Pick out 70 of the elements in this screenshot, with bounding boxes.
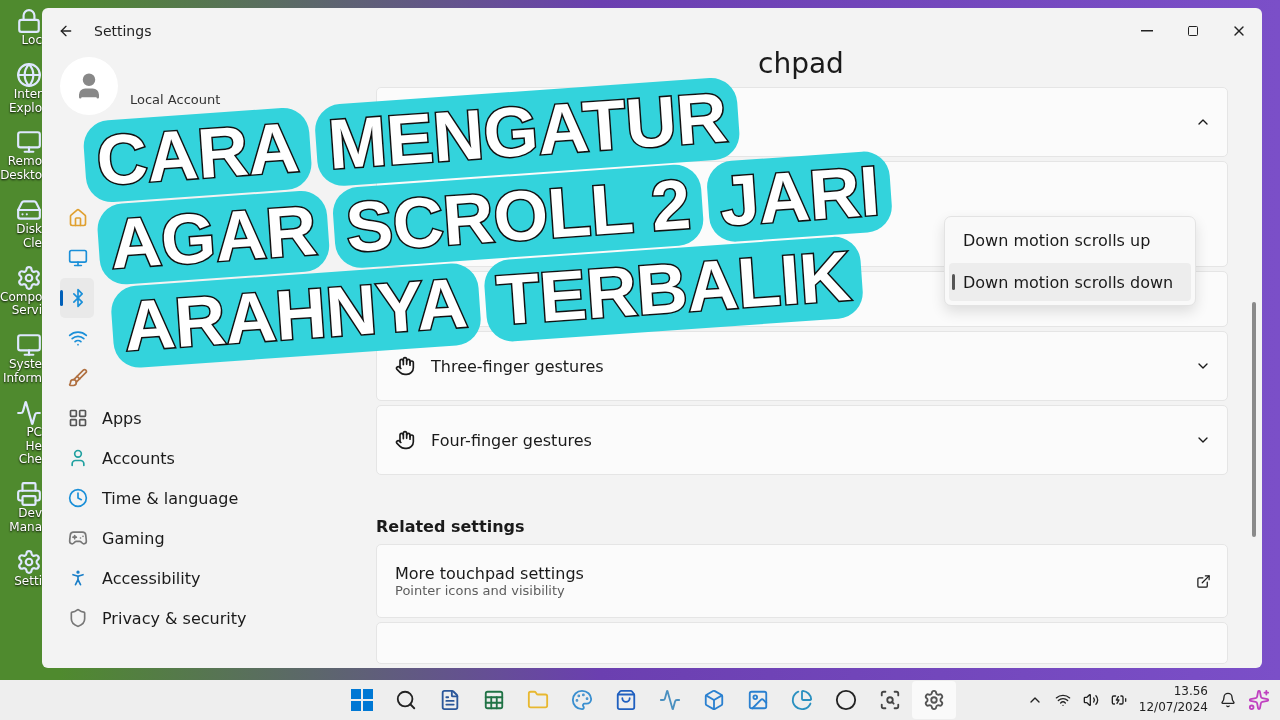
desktop-icon-label: Remo Deskto <box>0 155 42 183</box>
document-icon <box>439 689 461 711</box>
menu-option[interactable]: Down motion scrolls down <box>949 263 1191 301</box>
section-heading: Related settings <box>376 517 526 536</box>
desktop-icon-label: Loc <box>20 34 42 48</box>
desktop-icon-label: Inter Explo <box>8 87 42 116</box>
monitor-icon <box>68 248 88 268</box>
brush-icon <box>68 368 88 388</box>
windows-icon <box>351 689 373 711</box>
back-icon[interactable] <box>58 23 74 39</box>
person-icon <box>68 448 88 468</box>
gesture-expander[interactable]: Four-finger gestures <box>376 405 1228 475</box>
gear-icon[interactable] <box>16 548 42 575</box>
window-title: Settings <box>94 23 152 39</box>
sidebar-item[interactable]: Privacy & security <box>60 598 360 638</box>
bag-icon <box>615 689 637 711</box>
monitor-icon[interactable] <box>16 332 42 359</box>
speaker-icon[interactable] <box>1082 692 1099 708</box>
chart-icon <box>659 689 681 711</box>
pie-chart-icon <box>791 689 813 711</box>
desktop-icon-label: PC He Che <box>17 425 42 468</box>
menu-option[interactable]: Down motion scrolls up <box>949 221 1191 259</box>
desktop-icon-label: Setti <box>13 574 42 589</box>
home-icon <box>68 208 88 228</box>
palette-icon <box>571 689 593 711</box>
apps-icon <box>68 408 88 428</box>
folder-icon <box>527 689 549 711</box>
external-link-icon <box>1196 573 1211 589</box>
gamepad-icon <box>68 528 88 548</box>
hand-icon <box>395 430 415 450</box>
globe-icon[interactable] <box>16 61 42 88</box>
account-type: Local Account <box>130 91 221 107</box>
sidebar-item[interactable]: Apps <box>60 398 360 438</box>
desktop-icon-label: Dev Mana <box>8 507 42 535</box>
sidebar-item[interactable]: Accessibility <box>60 558 360 598</box>
image-icon <box>747 689 769 711</box>
hand-icon <box>395 356 415 376</box>
battery-icon[interactable] <box>1110 692 1127 708</box>
sparkle-icon[interactable] <box>1248 689 1270 711</box>
related-link-card[interactable]: More touchpad settings Pointer icons and visibility <box>376 544 1228 618</box>
sidebar-item[interactable]: Time & language <box>60 478 360 518</box>
desktop-icon-label: Compo Servi <box>0 290 42 319</box>
search-icon <box>395 689 417 711</box>
wifi-icon[interactable] <box>1054 692 1071 708</box>
spreadsheet-icon <box>483 689 505 711</box>
drive-icon[interactable] <box>16 197 42 223</box>
settings-icon <box>923 689 945 711</box>
sidebar-item[interactable]: Gaming <box>60 518 360 558</box>
sidebar-item[interactable]: Accounts <box>60 438 360 478</box>
minimize-icon <box>1141 30 1153 32</box>
printer-icon[interactable] <box>16 481 42 508</box>
lock-icon[interactable] <box>16 8 42 34</box>
sidebar-item[interactable] <box>60 278 94 318</box>
clock-icon <box>68 488 88 508</box>
taskbar-clock[interactable]: 13.56 12/07/2024 <box>1138 684 1208 716</box>
circle-icon <box>835 689 857 711</box>
magnifier-icon <box>879 689 901 711</box>
gear-icon[interactable] <box>16 264 42 291</box>
taskbar-app[interactable] <box>912 681 956 719</box>
scrollbar[interactable] <box>1252 302 1256 537</box>
shield-icon <box>68 608 88 628</box>
wifi-icon <box>68 328 88 348</box>
desktop-icon-label: Disk Cle <box>15 223 42 251</box>
pulse-icon[interactable] <box>16 399 42 426</box>
maximize-icon <box>1187 25 1199 37</box>
cube-icon <box>703 689 725 711</box>
monitor-icon[interactable] <box>16 129 42 156</box>
bell-icon[interactable] <box>1220 692 1236 708</box>
page-title: chpad <box>758 47 844 80</box>
desktop-icon-label: Syste Inform <box>1 358 42 386</box>
